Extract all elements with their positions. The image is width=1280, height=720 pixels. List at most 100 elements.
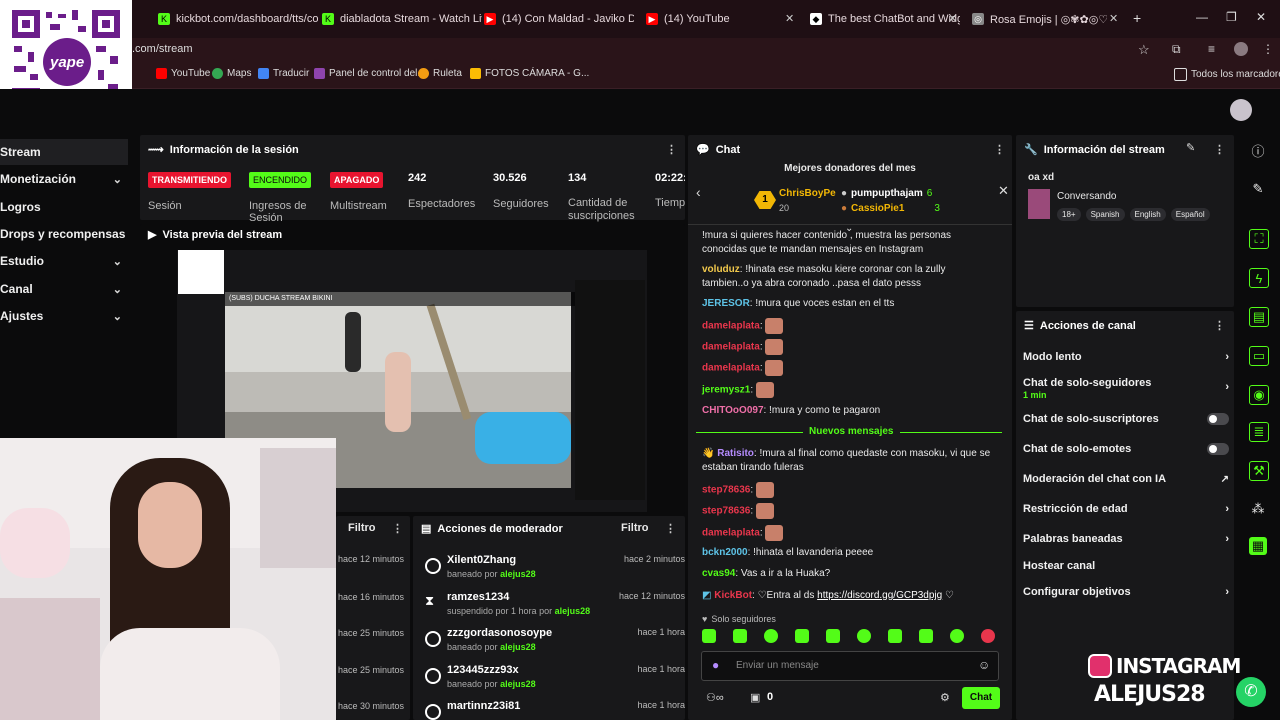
fullscreen-icon[interactable]: ⛶ [1249, 229, 1269, 249]
emote-icon[interactable] [950, 629, 964, 643]
gear-icon[interactable]: ⚙ [940, 691, 950, 704]
edit-pencil-icon[interactable]: ✎ [1186, 141, 1195, 154]
bookmark-item[interactable]: Panel de control del... [314, 68, 426, 79]
close-window-icon[interactable]: ✕ [1256, 10, 1266, 24]
close-icon[interactable]: ✕ [998, 183, 1009, 199]
followers-only-notice: ♥ Solo seguidores [702, 614, 776, 624]
all-bookmarks[interactable]: Todos los marcadores [1174, 68, 1280, 81]
followers-only-option[interactable]: Chat de solo-seguidores 1 min › [1023, 377, 1229, 401]
url-field[interactable]: .com/stream [132, 43, 193, 55]
emoji-icon[interactable]: ☺ [978, 658, 990, 672]
chat-input[interactable]: ● Enviar un mensaje ☺ [701, 651, 999, 681]
emote-icon[interactable] [826, 629, 840, 643]
tag-chip[interactable]: Spanish [1085, 208, 1125, 221]
new-tab-icon[interactable]: + [1133, 10, 1141, 26]
clapperboard-icon[interactable]: ▦ [1249, 537, 1267, 555]
chevron-down-icon: ⌄ [112, 310, 122, 323]
chatters-icon[interactable]: ⚇∞ [706, 691, 724, 704]
gift-icon[interactable]: ▣ [750, 691, 760, 704]
subscribers-only-option[interactable]: Chat de solo-suscriptores [1023, 413, 1229, 425]
community-icon[interactable]: ⁂ [1249, 500, 1267, 518]
extensions-icon[interactable]: ⧉ [1172, 42, 1181, 57]
emote-icon[interactable] [857, 629, 871, 643]
user-avatar[interactable] [1230, 99, 1252, 121]
age-restriction-option[interactable]: Restricción de edad › [1023, 503, 1229, 515]
filter-button[interactable]: Filtro [621, 522, 649, 534]
person [385, 352, 411, 432]
more-options-icon[interactable]: ⋮ [1214, 319, 1225, 332]
tag-chip[interactable]: Español [1170, 208, 1210, 221]
sidebar-item-settings[interactable]: Ajustes ⌄ [0, 303, 128, 329]
info-icon[interactable]: ⓘ [1249, 141, 1267, 159]
browser-tab[interactable]: ◎Rosa Emojis | ◎✾✿◎♡✿✾ [972, 9, 1107, 29]
emote-icon[interactable] [981, 629, 995, 643]
instagram-overlay: INSTAGRAM [1088, 654, 1241, 678]
translate-icon [258, 68, 269, 79]
chat-message: !mura si quieres hacer contenido , muest… [702, 230, 952, 255]
subscribers-only-toggle[interactable] [1207, 413, 1229, 425]
bookmark-item[interactable]: Maps [212, 68, 251, 79]
more-options-icon[interactable]: ⋮ [994, 143, 1005, 156]
clipboard-icon[interactable]: ▤ [1249, 307, 1269, 327]
slow-mode-option[interactable]: Modo lento › [1023, 351, 1229, 363]
more-options-icon[interactable]: ⋮ [665, 522, 676, 535]
browser-tab[interactable]: Kkickbot.com/dashboard/tts/co [158, 9, 318, 29]
browser-tab[interactable]: ▶ (14) YouTube [646, 9, 796, 29]
more-options-icon[interactable]: ⋮ [392, 522, 403, 535]
discord-link[interactable]: https://discord.gg/GCP3dpjg [817, 590, 942, 601]
send-chat-button[interactable]: Chat [962, 687, 1000, 709]
bookmark-item[interactable]: FOTOS CÁMARA - G... [470, 68, 589, 79]
chevron-left-icon[interactable]: ‹ [696, 184, 701, 200]
emotes-only-option[interactable]: Chat de solo-emotes [1023, 443, 1229, 455]
emote-icon[interactable] [888, 629, 902, 643]
emote-icon[interactable] [733, 629, 747, 643]
profile-avatar[interactable] [1234, 42, 1248, 56]
lightning-icon[interactable]: ϟ [1249, 268, 1269, 288]
bookmark-item[interactable]: Traducir [258, 68, 309, 79]
ai-moderation-option[interactable]: Moderación del chat con IA ↗ [1023, 473, 1229, 485]
close-tab-icon[interactable]: ✕ [785, 12, 794, 25]
sidebar-item-monetization[interactable]: Monetización ⌄ [0, 166, 128, 192]
playlist-icon[interactable]: ≡ [1208, 42, 1215, 56]
sidebar-item-stream[interactable]: Stream [0, 139, 128, 165]
emote-image [765, 525, 784, 541]
browser-tab[interactable]: ▶ (14) Con Maldad - Javiko DK [484, 9, 634, 29]
sidebar-item-drops[interactable]: Drops y recompensas [0, 221, 128, 247]
configure-goals-option[interactable]: Configurar objetivos › [1023, 586, 1229, 598]
tag-chip[interactable]: 18+ [1057, 208, 1081, 221]
bookmark-item[interactable]: YouTube [156, 68, 210, 79]
broadcast-icon[interactable]: ◉ [1249, 385, 1269, 405]
tag-chip[interactable]: English [1129, 208, 1166, 221]
microphone-icon[interactable]: ● [712, 658, 719, 672]
sidebar-item-studio[interactable]: Estudio ⌄ [0, 248, 128, 274]
minimize-icon[interactable]: — [1196, 10, 1208, 24]
kick-favicon-icon: K [158, 13, 170, 25]
maximize-icon[interactable]: ❐ [1226, 10, 1237, 24]
wrench-icon[interactable]: ⚒ [1249, 461, 1269, 481]
stack-icon[interactable]: ≣ [1249, 422, 1269, 442]
emote-icon[interactable] [702, 629, 716, 643]
edit-pencil-icon[interactable]: ✎ [1249, 180, 1267, 198]
close-tab-icon[interactable]: ✕ [948, 12, 957, 25]
bookmark-star-icon[interactable]: ☆ [1138, 42, 1150, 58]
chat-bubble-icon[interactable]: ▭ [1249, 346, 1269, 366]
sidebar-item-achievements[interactable]: Logros [0, 194, 128, 220]
close-tab-icon[interactable]: ✕ [1109, 12, 1118, 25]
browser-menu-icon[interactable]: ⋮ [1262, 42, 1274, 56]
emote-icon[interactable] [764, 629, 778, 643]
banned-words-option[interactable]: Palabras baneadas › [1023, 533, 1229, 545]
sidebar-item-channel[interactable]: Canal ⌄ [0, 276, 128, 302]
whatsapp-icon[interactable]: ✆ [1236, 677, 1266, 707]
filter-button[interactable]: Filtro [348, 522, 376, 534]
more-options-icon[interactable]: ⋮ [1214, 143, 1225, 156]
shelf [260, 448, 336, 568]
emotes-only-toggle[interactable] [1207, 443, 1229, 455]
more-options-icon[interactable]: ⋮ [666, 143, 677, 156]
chat-message: 👋 Ratisito: !mura al final como quedaste… [702, 448, 991, 473]
browser-tab[interactable]: ◆The best ChatBot and Widgets [810, 9, 960, 29]
host-channel-option[interactable]: Hostear canal [1023, 560, 1229, 572]
emote-icon[interactable] [795, 629, 809, 643]
browser-tab[interactable]: Kdiablad​ota Stream - Watch Live [322, 9, 482, 29]
emote-icon[interactable] [919, 629, 933, 643]
bookmark-item[interactable]: Ruleta [418, 68, 462, 79]
